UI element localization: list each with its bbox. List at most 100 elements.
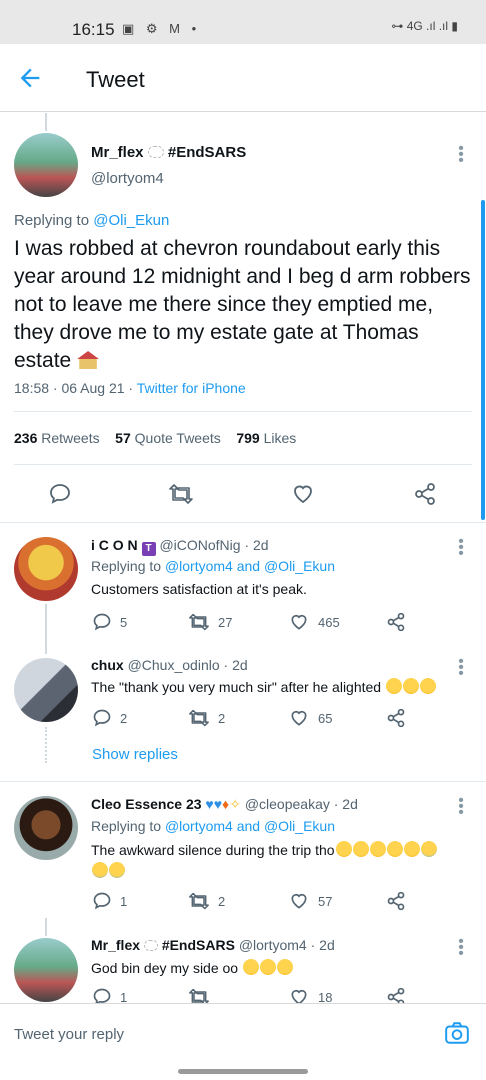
reply-input[interactable]: Tweet your reply	[14, 1026, 124, 1043]
avatar[interactable]	[14, 796, 78, 860]
reply-author[interactable]: i C O N T @iCONofNig · 2d	[91, 537, 269, 556]
like-count: 465	[318, 614, 340, 630]
like-button[interactable]: 465	[288, 612, 340, 632]
share-icon[interactable]	[386, 612, 406, 632]
reply-body: The "thank you very much sir" after he a…	[91, 678, 436, 695]
reply-button[interactable]: 2	[92, 708, 127, 728]
reply-body: God bin dey my side oo	[91, 959, 293, 976]
page-title: Tweet	[86, 67, 145, 92]
reply-icon	[93, 613, 111, 631]
reply-age: · 2d	[223, 657, 248, 673]
thread-connector	[45, 918, 47, 936]
reply-count: 1	[120, 893, 128, 909]
reply-author-name: chux	[91, 657, 124, 673]
replying-to: Replying to @lortyom4 and @Oli_Ekun	[91, 818, 335, 834]
house-emoji-icon	[77, 351, 100, 369]
replying-to: Replying to @lortyom4 and @Oli_Ekun	[91, 558, 335, 574]
more-options-icon[interactable]: • • •	[456, 793, 466, 821]
thread-connector	[45, 113, 47, 131]
laughing-emoji-icon	[259, 959, 276, 975]
rofl-emoji-icon	[335, 841, 352, 857]
share-icon[interactable]	[386, 891, 406, 911]
reply-text: God bin dey my side oo	[91, 960, 239, 976]
like-heart-icon	[291, 614, 307, 630]
reply-author-name: Cleo Essence 23	[91, 796, 202, 812]
author-hashtag: #EndSARS	[167, 144, 247, 161]
more-options-icon[interactable]: • • •	[456, 654, 466, 682]
laughing-emoji-icon	[242, 959, 259, 975]
avatar[interactable]	[14, 133, 78, 197]
letter-badge-icon: T	[141, 542, 156, 556]
reply-author[interactable]: Cleo Essence 23 ♥♥♦✧ @cleopeakay · 2d	[91, 796, 358, 813]
like-button[interactable]: 65	[288, 708, 332, 728]
avatar[interactable]	[14, 938, 78, 1002]
rofl-emoji-icon	[352, 841, 369, 857]
more-options-icon[interactable]: • • •	[456, 934, 466, 962]
dizzy-emoji-icon: ✧	[229, 796, 241, 812]
retweets-stat[interactable]: 236 Retweets	[14, 430, 100, 446]
tweet-body: I was robbed at chevron roundabout early…	[14, 235, 474, 375]
system-icons: ⊶ 4G .ıl .ıl ▮	[391, 19, 458, 33]
reply-author-name: Mr_flex	[91, 937, 141, 953]
retweet-button[interactable]: 2	[188, 891, 225, 911]
reply-composer[interactable]: Tweet your reply	[0, 1003, 486, 1065]
tweet-author-name[interactable]: Mr_flex #EndSARS	[91, 144, 246, 161]
retweet-count: 2	[218, 893, 226, 909]
tweet-text: I was robbed at chevron roundabout early…	[14, 237, 471, 372]
reply-author[interactable]: Mr_flex #EndSARS @lortyom4 · 2d	[91, 937, 335, 953]
tweet-timestamp: 18:58 · 06 Aug 21 ·	[14, 380, 137, 396]
share-icon[interactable]	[386, 708, 406, 728]
tweet-author-handle[interactable]: @lortyom4	[91, 170, 164, 187]
reply-text: Customers satisfaction at it's peak.	[91, 581, 307, 597]
retweet-icon[interactable]	[168, 482, 194, 506]
speech-bubble-icon	[147, 146, 164, 158]
camera-icon[interactable]	[444, 1020, 470, 1046]
back-arrow-icon[interactable]	[16, 64, 44, 92]
like-heart-icon[interactable]	[290, 482, 316, 506]
laughing-emoji-icon	[385, 678, 402, 694]
replying-to: Replying to @Oli_Ekun	[14, 212, 169, 229]
likes-stat[interactable]: 799 Likes	[236, 430, 296, 446]
reply-icon[interactable]	[48, 482, 72, 506]
retweet-icon	[189, 613, 209, 631]
retweet-button[interactable]: 27	[188, 612, 232, 632]
quote-tweets-stat[interactable]: 57 Quote Tweets	[115, 430, 221, 446]
avatar[interactable]	[14, 658, 78, 722]
divider	[14, 411, 472, 412]
rofl-emoji-icon	[403, 841, 420, 857]
home-gesture-pill[interactable]	[178, 1069, 308, 1074]
replying-to-link[interactable]: @Oli_Ekun	[93, 212, 169, 229]
reply-author-handle: @cleopeakay	[244, 796, 330, 812]
retweet-icon	[189, 709, 209, 727]
reply-button[interactable]: 5	[92, 612, 127, 632]
replying-prefix: Replying to	[91, 818, 162, 834]
reply-button[interactable]: 1	[92, 891, 127, 911]
share-icon[interactable]	[412, 482, 438, 506]
like-button[interactable]: 57	[288, 891, 332, 911]
sob-emoji-icon	[109, 862, 125, 878]
scrollbar[interactable]	[481, 200, 485, 520]
more-options-icon[interactable]: • • •	[456, 141, 466, 169]
reply-text: The "thank you very much sir" after he a…	[91, 679, 382, 695]
like-heart-icon	[291, 893, 307, 909]
replying-to-link[interactable]: @lortyom4 and @Oli_Ekun	[165, 558, 335, 574]
reply-body: The awkward silence during the trip tho	[91, 841, 437, 858]
reply-author-handle: @iCONofNig	[159, 537, 241, 553]
laughing-emoji-icon	[419, 678, 436, 694]
more-options-icon[interactable]: • • •	[456, 534, 466, 562]
like-count: 65	[318, 710, 333, 726]
show-replies-link[interactable]: Show replies	[92, 746, 178, 763]
speech-bubble-icon	[143, 940, 158, 951]
reply-age: · 2d	[310, 937, 335, 953]
top-app-bar: Tweet	[0, 44, 486, 112]
tweet-client-link[interactable]: Twitter for iPhone	[137, 380, 246, 396]
retweet-button[interactable]: 2	[188, 708, 225, 728]
reply-text: The awkward silence during the trip tho	[91, 842, 335, 858]
reply-author[interactable]: chux @Chux_odinlo · 2d	[91, 657, 248, 673]
author-hashtag: #EndSARS	[161, 937, 235, 953]
retweet-count: 2	[218, 710, 226, 726]
like-count: 57	[318, 893, 333, 909]
replying-to-link[interactable]: @lortyom4 and @Oli_Ekun	[165, 818, 335, 834]
avatar[interactable]	[14, 537, 78, 601]
blue-hearts-emoji-icon: ♥♥	[205, 796, 223, 812]
